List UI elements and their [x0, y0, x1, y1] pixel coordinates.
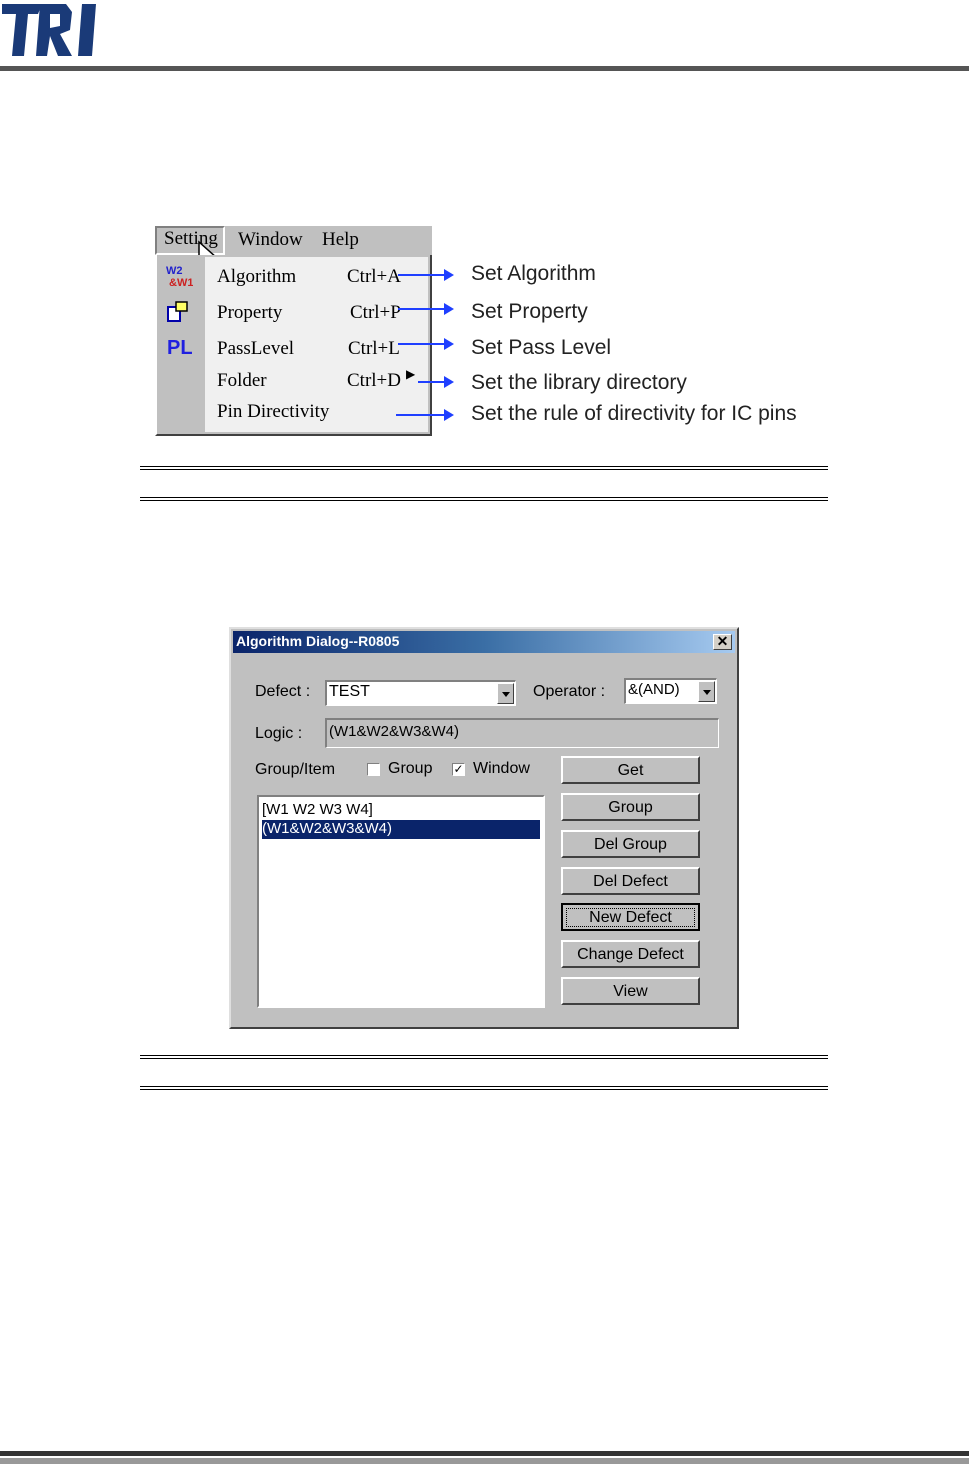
- list-item-selected[interactable]: (W1&W2&W3&W4): [262, 820, 540, 839]
- dialog-titlebar[interactable]: Algorithm Dialog--R0805 ✕: [233, 631, 735, 653]
- defect-label: Defect :: [255, 683, 311, 700]
- logic-field: (W1&W2&W3&W4): [325, 718, 719, 748]
- group-checkbox[interactable]: [367, 763, 380, 776]
- header-rule: [0, 66, 969, 71]
- submenu-arrow-icon: ▶: [406, 367, 416, 381]
- annotation-arrow: [398, 303, 454, 315]
- operator-combobox[interactable]: &(AND): [624, 678, 717, 704]
- algorithm-dialog: Algorithm Dialog--R0805 ✕ Defect : TEST …: [229, 627, 739, 1029]
- del-group-button[interactable]: Del Group: [561, 830, 700, 858]
- menu-item-folder-shortcut: Ctrl+D: [347, 370, 401, 391]
- menu-item-passlevel[interactable]: PassLevel: [217, 338, 294, 360]
- group-item-list[interactable]: [W1 W2 W3 W4] (W1&W2&W3&W4): [257, 795, 545, 1008]
- list-item[interactable]: [W1 W2 W3 W4]: [262, 801, 540, 820]
- annotation-arrow: [398, 269, 454, 281]
- svg-text:W2: W2: [166, 265, 183, 277]
- menu-item-property-shortcut: Ctrl+P: [350, 302, 401, 323]
- chevron-down-icon[interactable]: [698, 681, 715, 702]
- change-defect-button[interactable]: Change Defect: [561, 940, 700, 968]
- checkmark-icon: ✓: [453, 762, 464, 776]
- new-defect-button-label: New Defect: [566, 907, 695, 927]
- view-button[interactable]: View: [561, 977, 700, 1005]
- annotation-algorithm: Set Algorithm: [471, 262, 596, 285]
- tri-logo: [2, 4, 96, 56]
- caption-rule-top: [140, 466, 828, 470]
- del-defect-button[interactable]: Del Defect: [561, 867, 700, 895]
- menu-item-folder[interactable]: Folder: [217, 370, 267, 392]
- menu-item-pin-directivity[interactable]: Pin Directivity: [217, 401, 329, 423]
- annotation-pin-directivity: Set the rule of directivity for IC pins: [471, 402, 797, 425]
- get-button[interactable]: Get: [561, 756, 700, 784]
- group-checkbox-label: Group: [388, 760, 433, 777]
- menu-window[interactable]: Window: [238, 229, 303, 251]
- menu-item-passlevel-shortcut: Ctrl+L: [348, 338, 400, 359]
- close-icon: ✕: [716, 633, 729, 649]
- caption-rule-top: [140, 1055, 828, 1059]
- setting-dropdown: W2 &W1 PL Algorithm Ctrl+A Property Ctrl…: [155, 255, 432, 436]
- svg-text:&W1: &W1: [169, 277, 193, 289]
- menu-item-algorithm[interactable]: Algorithm: [217, 266, 296, 288]
- footer-rule-shadow: [0, 1458, 969, 1464]
- menu-item-algorithm-shortcut: Ctrl+A: [347, 266, 401, 287]
- annotation-folder: Set the library directory: [471, 371, 687, 394]
- menu-help[interactable]: Help: [322, 229, 359, 251]
- logic-value: (W1&W2&W3&W4): [329, 723, 460, 740]
- close-button[interactable]: ✕: [713, 634, 732, 650]
- group-button[interactable]: Group: [561, 793, 700, 821]
- dialog-title: Algorithm Dialog--R0805: [236, 633, 400, 649]
- window-checkbox-label: Window: [473, 760, 530, 777]
- operator-label: Operator :: [533, 683, 606, 700]
- passlevel-icon: PL: [167, 337, 193, 359]
- window-checkbox[interactable]: ✓: [452, 763, 465, 776]
- annotation-property: Set Property: [471, 300, 588, 323]
- footer-rule: [0, 1451, 969, 1456]
- group-item-label: Group/Item: [255, 761, 336, 778]
- defect-value: TEST: [329, 683, 370, 700]
- chevron-down-icon[interactable]: [497, 683, 514, 704]
- caption-rule-bottom: [140, 497, 828, 501]
- logic-label: Logic :: [255, 725, 303, 742]
- annotation-arrow: [396, 409, 454, 421]
- property-icon: [167, 301, 188, 322]
- defect-combobox[interactable]: TEST: [325, 680, 516, 706]
- new-defect-button[interactable]: New Defect: [561, 903, 700, 931]
- menu-item-property[interactable]: Property: [217, 302, 282, 324]
- operator-value: &(AND): [628, 681, 680, 698]
- caption-rule-bottom: [140, 1086, 828, 1090]
- annotation-arrow: [418, 376, 454, 388]
- annotation-arrow: [398, 338, 454, 350]
- algorithm-icon: W2 &W1: [166, 265, 193, 289]
- annotation-passlevel: Set Pass Level: [471, 336, 612, 359]
